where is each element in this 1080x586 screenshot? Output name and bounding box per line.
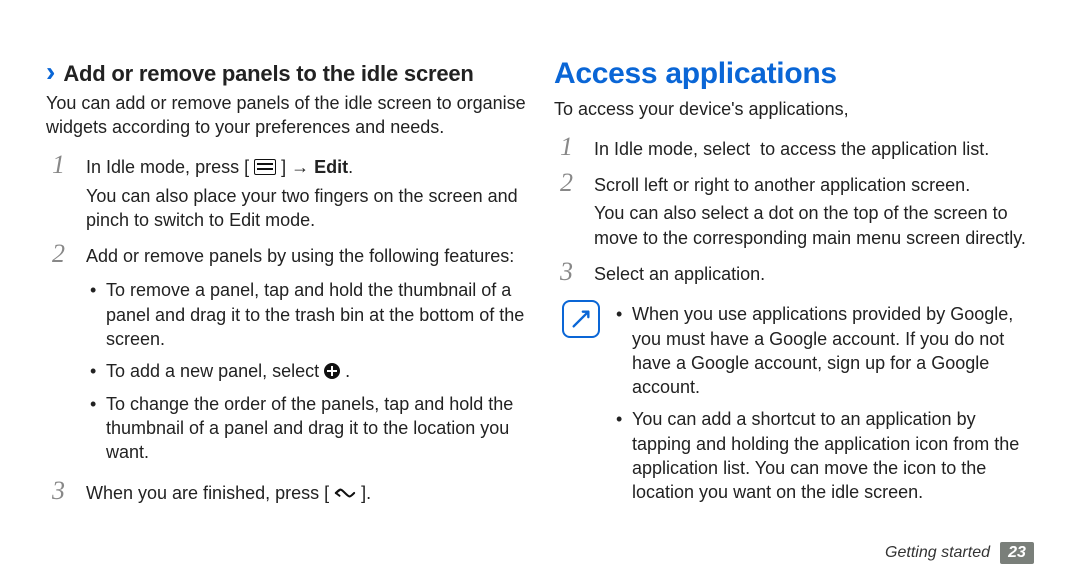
note-icon: [562, 300, 600, 338]
footer-section: Getting started: [885, 542, 990, 564]
right-step2-text: Scroll left or right to another applicat…: [594, 175, 970, 195]
left-column: › Add or remove panels to the idle scree…: [46, 48, 526, 586]
menu-icon: [254, 159, 276, 175]
right-step3-text: Select an application.: [594, 264, 765, 284]
note-block: When you use applications provided by Go…: [554, 298, 1034, 508]
left-step1-text-c: .: [348, 157, 353, 177]
right-step-3: Select an application.: [554, 256, 1034, 292]
left-steps: In Idle mode, press [ ] → Edit. You can …: [46, 149, 526, 511]
note-1: When you use applications provided by Go…: [612, 298, 1034, 403]
left-step-1: In Idle mode, press [ ] → Edit. You can …: [46, 149, 526, 238]
back-icon: [334, 485, 356, 501]
add-icon: [324, 363, 340, 379]
right-column: Access applications To access your devic…: [554, 48, 1034, 586]
left-b2-b: .: [345, 361, 350, 381]
left-step3-a: When you are finished, press [: [86, 483, 329, 503]
right-step1-b: to access the application list.: [760, 139, 989, 159]
page-footer: Getting started 23: [885, 542, 1034, 564]
left-intro: You can add or remove panels of the idle…: [46, 91, 526, 140]
left-step-2: Add or remove panels by using the follow…: [46, 238, 526, 474]
right-step-2: Scroll left or right to another applicat…: [554, 167, 1034, 256]
left-b3: To change the order of the panels, tap a…: [86, 388, 526, 469]
left-heading: Add or remove panels to the idle screen: [63, 59, 473, 89]
heading-row: › Add or remove panels to the idle scree…: [46, 58, 526, 89]
left-b2: To add a new panel, select .: [86, 355, 526, 387]
left-b2-a: To add a new panel, select: [106, 361, 324, 381]
right-step2-sub: You can also select a dot on the top of …: [594, 201, 1034, 250]
right-step-1: In Idle mode, select to access the appli…: [554, 131, 1034, 167]
left-step1-text-b: ] →: [281, 157, 314, 177]
chevron-icon: ›: [46, 58, 55, 86]
left-step-3: When you are finished, press [ ].: [46, 475, 526, 511]
note-bullets: When you use applications provided by Go…: [612, 298, 1034, 508]
left-b1: To remove a panel, tap and hold the thum…: [86, 274, 526, 355]
left-step1-bold: Edit: [314, 157, 348, 177]
left-step2-text: Add or remove panels by using the follow…: [86, 246, 514, 266]
left-step2-bullets: To remove a panel, tap and hold the thum…: [86, 274, 526, 468]
left-step3-b: ].: [361, 483, 371, 503]
left-step1-text-a: In Idle mode, press [: [86, 157, 249, 177]
right-heading: Access applications: [554, 54, 1034, 95]
right-step1-a: In Idle mode, select: [594, 139, 755, 159]
note-2: You can add a shortcut to an application…: [612, 403, 1034, 508]
left-step1-sub: You can also place your two fingers on t…: [86, 184, 526, 233]
right-intro: To access your device's applications,: [554, 97, 1034, 121]
right-steps: In Idle mode, select to access the appli…: [554, 131, 1034, 292]
footer-page-number: 23: [1000, 542, 1034, 564]
manual-page: › Add or remove panels to the idle scree…: [0, 0, 1080, 586]
